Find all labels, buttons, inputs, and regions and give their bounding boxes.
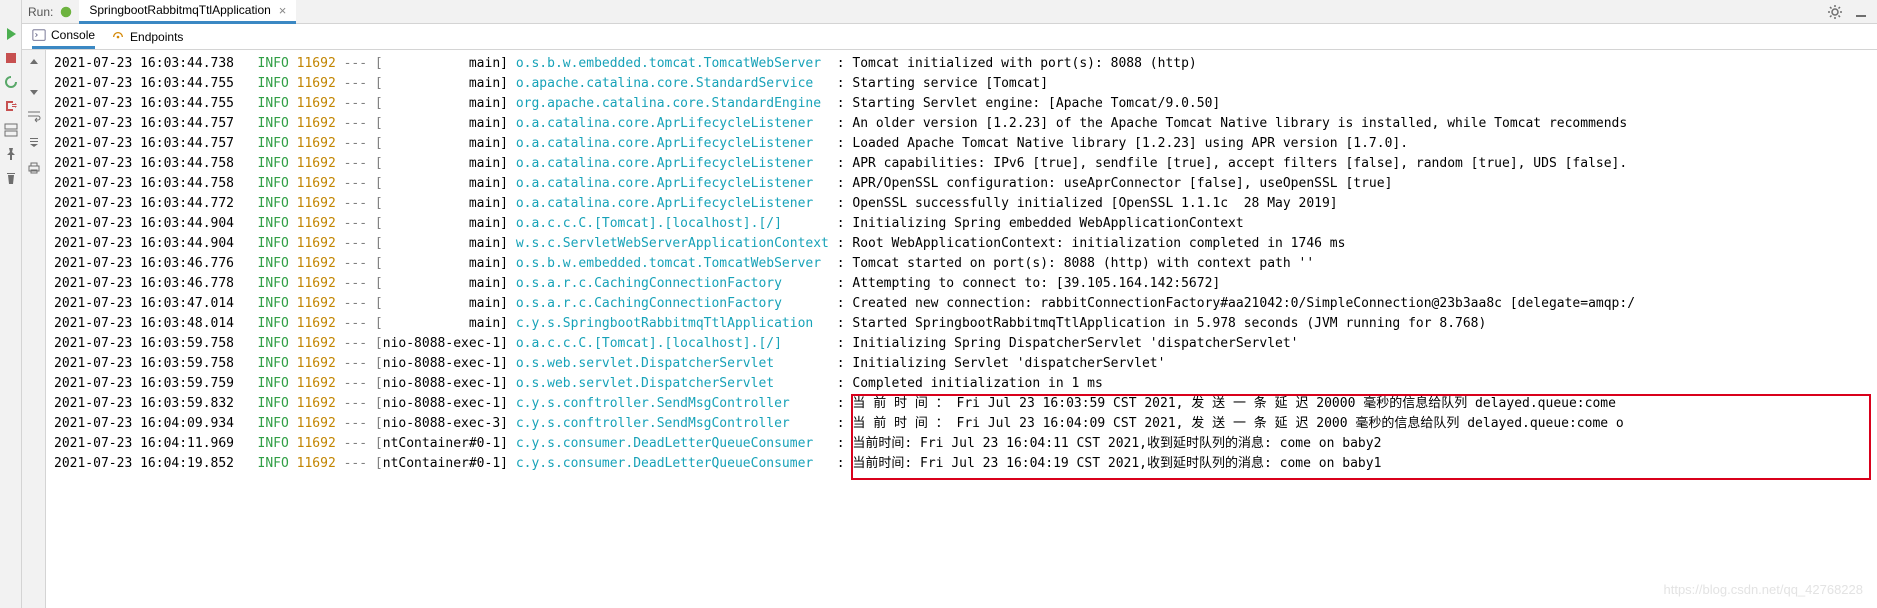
run-label: Run:	[28, 5, 53, 19]
terminal-icon	[32, 28, 46, 42]
layout-icon[interactable]	[3, 122, 19, 138]
log-line: 2021-07-23 16:03:59.758 INFO 11692 --- […	[54, 334, 1869, 354]
scroll-end-icon[interactable]	[26, 134, 42, 150]
tab-console-label: Console	[51, 28, 95, 42]
run-config-tab[interactable]: SpringbootRabbitmqTtlApplication ×	[79, 0, 296, 24]
gear-icon[interactable]	[1827, 4, 1843, 20]
log-line: 2021-07-23 16:03:59.759 INFO 11692 --- […	[54, 374, 1869, 394]
endpoints-icon	[111, 30, 125, 44]
log-line: 2021-07-23 16:04:11.969 INFO 11692 --- […	[54, 434, 1869, 454]
pin-icon[interactable]	[3, 146, 19, 162]
exit-icon[interactable]	[3, 98, 19, 114]
stop-icon[interactable]	[3, 50, 19, 66]
watermark-text: https://blog.csdn.net/qq_42768228	[1664, 580, 1864, 600]
console-output[interactable]: 2021-07-23 16:03:44.738 INFO 11692 --- […	[46, 50, 1877, 608]
log-line: 2021-07-23 16:03:44.755 INFO 11692 --- […	[54, 74, 1869, 94]
log-line: 2021-07-23 16:03:44.772 INFO 11692 --- […	[54, 194, 1869, 214]
log-line: 2021-07-23 16:03:44.738 INFO 11692 --- […	[54, 54, 1869, 74]
panel-tabs: Console Endpoints	[22, 24, 1877, 50]
main-panel: Run: SpringbootRabbitmqTtlApplication × …	[22, 0, 1877, 608]
tab-console[interactable]: Console	[32, 24, 95, 49]
log-line: 2021-07-23 16:03:44.755 INFO 11692 --- […	[54, 94, 1869, 114]
print-icon[interactable]	[26, 160, 42, 176]
console-toolbar	[22, 50, 46, 608]
tab-endpoints[interactable]: Endpoints	[111, 26, 183, 48]
log-line: 2021-07-23 16:03:44.757 INFO 11692 --- […	[54, 114, 1869, 134]
log-line: 2021-07-23 16:03:46.776 INFO 11692 --- […	[54, 254, 1869, 274]
log-line: 2021-07-23 16:03:44.904 INFO 11692 --- […	[54, 234, 1869, 254]
trash-icon[interactable]	[3, 170, 19, 186]
log-line: 2021-07-23 16:04:19.852 INFO 11692 --- […	[54, 454, 1869, 474]
log-line: 2021-07-23 16:03:44.904 INFO 11692 --- […	[54, 214, 1869, 234]
tab-endpoints-label: Endpoints	[130, 30, 183, 44]
console-wrap: 2021-07-23 16:03:44.738 INFO 11692 --- […	[22, 50, 1877, 608]
log-line: 2021-07-23 16:03:46.778 INFO 11692 --- […	[54, 274, 1869, 294]
log-line: 2021-07-23 16:03:44.758 INFO 11692 --- […	[54, 174, 1869, 194]
run-config-tab-label: SpringbootRabbitmqTtlApplication	[89, 3, 270, 17]
soft-wrap-icon[interactable]	[26, 108, 42, 124]
close-icon[interactable]: ×	[279, 3, 287, 18]
spring-leaf-icon	[59, 5, 73, 19]
log-line: 2021-07-23 16:03:59.832 INFO 11692 --- […	[54, 394, 1869, 414]
down-arrow-icon[interactable]	[26, 82, 42, 98]
log-line: 2021-07-23 16:04:09.934 INFO 11692 --- […	[54, 414, 1869, 434]
log-line: 2021-07-23 16:03:44.757 INFO 11692 --- […	[54, 134, 1869, 154]
log-line: 2021-07-23 16:03:44.758 INFO 11692 --- […	[54, 154, 1869, 174]
rerun-icon[interactable]	[3, 26, 19, 42]
minimize-icon[interactable]	[1853, 4, 1869, 20]
run-tab-bar: Run: SpringbootRabbitmqTtlApplication ×	[22, 0, 1877, 24]
log-line: 2021-07-23 16:03:48.014 INFO 11692 --- […	[54, 314, 1869, 334]
log-line: 2021-07-23 16:03:59.758 INFO 11692 --- […	[54, 354, 1869, 374]
up-arrow-icon[interactable]	[26, 56, 42, 72]
run-gutter-toolbar	[0, 0, 22, 608]
restart-icon[interactable]	[3, 74, 19, 90]
log-line: 2021-07-23 16:03:47.014 INFO 11692 --- […	[54, 294, 1869, 314]
